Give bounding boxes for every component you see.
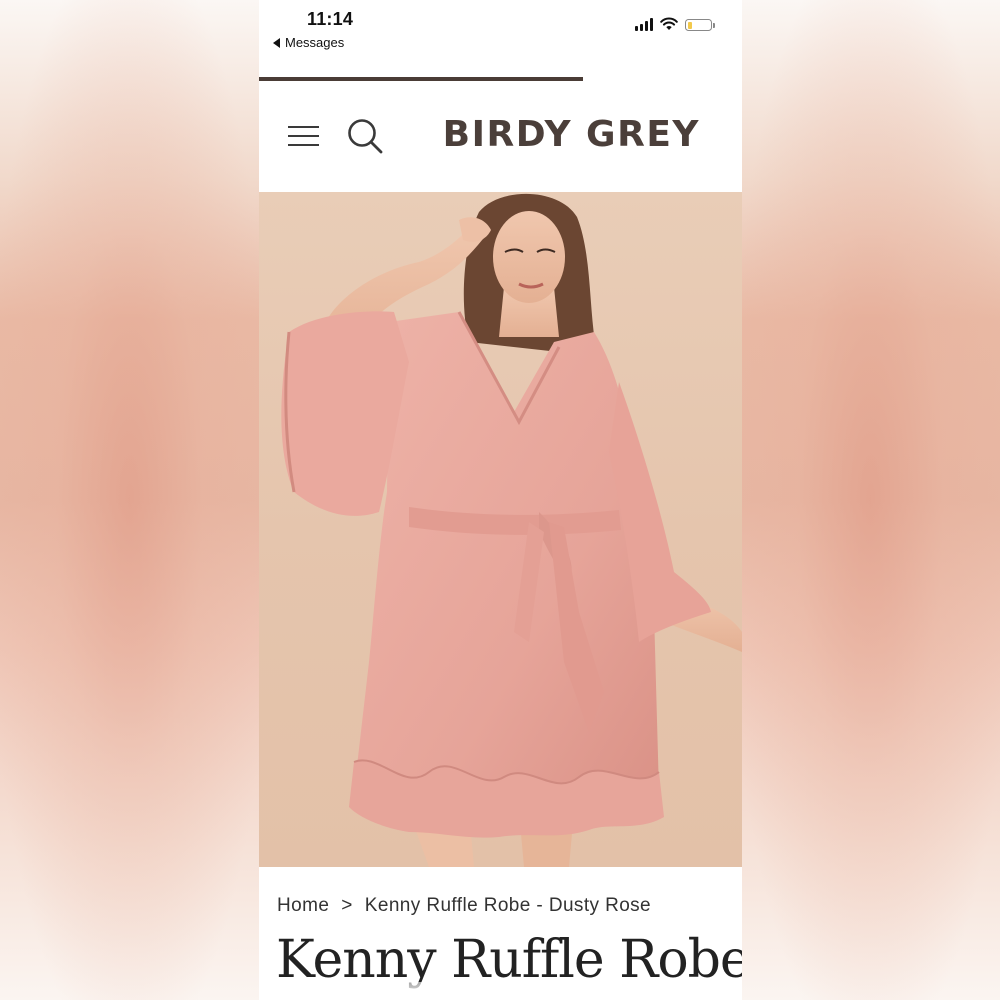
blurred-backdrop-right: [741, 0, 1000, 1000]
screenshot-stage: 11:14 Messages BIRDY GREY Home > Kenny R…: [0, 0, 1000, 1000]
product-hero-image[interactable]: [259, 192, 742, 867]
back-to-messages-link[interactable]: Messages: [273, 35, 344, 50]
back-label: Messages: [285, 35, 345, 50]
wifi-icon: [660, 17, 678, 30]
battery-icon: [685, 19, 715, 31]
phone-screen: 11:14 Messages BIRDY GREY Home > Kenny R…: [259, 0, 742, 1000]
site-header: BIRDY GREY: [259, 81, 742, 192]
breadcrumb-separator: >: [341, 895, 353, 916]
hamburger-menu-icon[interactable]: [288, 124, 319, 148]
back-arrow-icon: [273, 37, 280, 48]
breadcrumb-home-link[interactable]: Home: [277, 895, 329, 916]
blurred-backdrop-left: [0, 0, 259, 1000]
brand-logo[interactable]: BIRDY GREY: [443, 114, 700, 155]
product-title: Kenny Ruffle Robe: [276, 930, 742, 990]
battery-level-fill: [687, 21, 692, 29]
breadcrumb-current: Kenny Ruffle Robe - Dusty Rose: [364, 895, 652, 916]
status-time: 11:14: [307, 9, 354, 29]
search-icon[interactable]: [347, 118, 385, 156]
status-icons: [635, 17, 715, 31]
breadcrumb: Home > Kenny Ruffle Robe - Dusty Rose: [277, 895, 651, 917]
model-in-robe-illustration: [281, 193, 742, 867]
bottom-fade: [259, 982, 742, 1000]
cellular-signal-icon: [635, 17, 653, 31]
